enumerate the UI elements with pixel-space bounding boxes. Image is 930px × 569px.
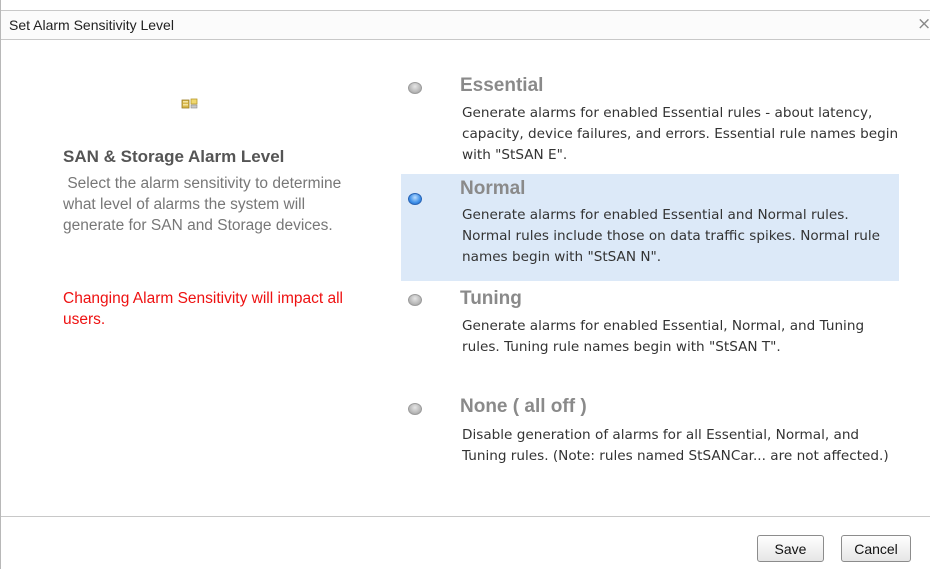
option-description: Disable generation of alarms for all Ess… bbox=[462, 427, 889, 464]
option-tuning[interactable]: Tuning Generate alarms for enabled Essen… bbox=[401, 284, 899, 384]
alarm-sensitivity-dialog: Set Alarm Sensitivity Level × SAN & Stor… bbox=[0, 0, 930, 569]
save-button[interactable]: Save bbox=[757, 535, 824, 562]
footer-divider bbox=[1, 516, 930, 517]
cancel-button[interactable]: Cancel bbox=[841, 535, 911, 562]
warning-text: Changing Alarm Sensitivity will impact a… bbox=[63, 290, 343, 328]
alarm-level-heading: SAN & Storage Alarm Level bbox=[63, 147, 285, 166]
option-label: None ( all off ) bbox=[460, 396, 587, 417]
san-storage-icon bbox=[181, 95, 199, 109]
option-description: Generate alarms for enabled Essential an… bbox=[462, 207, 881, 265]
radio-normal[interactable] bbox=[408, 193, 422, 205]
radio-none[interactable] bbox=[408, 403, 422, 415]
alarm-level-description: Select the alarm sensitivity to determin… bbox=[63, 175, 346, 234]
radio-tuning[interactable] bbox=[408, 294, 422, 306]
option-normal[interactable]: Normal Generate alarms for enabled Essen… bbox=[401, 174, 899, 281]
option-none[interactable]: None ( all off ) Disable generation of a… bbox=[401, 393, 899, 503]
dialog-titlebar: Set Alarm Sensitivity Level × bbox=[1, 10, 930, 40]
option-label: Normal bbox=[460, 178, 526, 199]
option-label: Tuning bbox=[460, 288, 522, 309]
close-icon[interactable]: × bbox=[917, 14, 930, 34]
radio-essential[interactable] bbox=[408, 82, 422, 94]
option-essential[interactable]: Essential Generate alarms for enabled Es… bbox=[401, 70, 899, 170]
option-description: Generate alarms for enabled Essential ru… bbox=[462, 105, 899, 163]
option-label: Essential bbox=[460, 75, 544, 96]
option-description: Generate alarms for enabled Essential, N… bbox=[462, 318, 865, 355]
dialog-title: Set Alarm Sensitivity Level bbox=[9, 17, 174, 33]
